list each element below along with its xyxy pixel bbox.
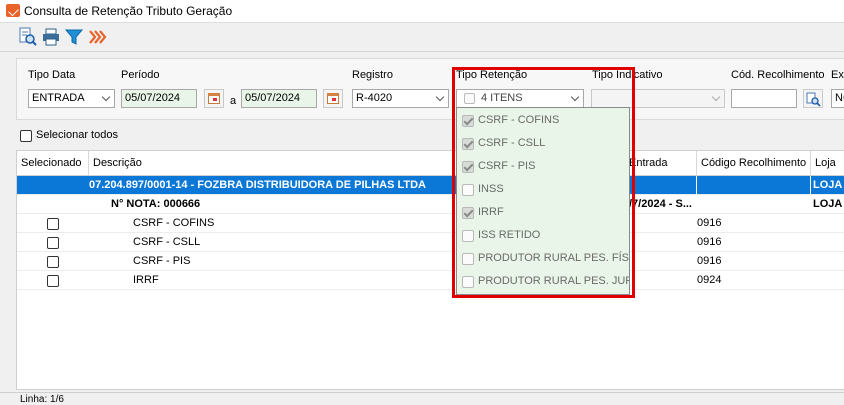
cod-recolhimento-input[interactable]	[731, 89, 797, 108]
row-description: CSRF - COFINS	[133, 217, 215, 229]
calendar-icon	[208, 93, 220, 104]
chevron-down-icon	[435, 92, 445, 102]
row-codigo-recolhimento: 0916	[697, 236, 722, 248]
search-icon	[806, 92, 821, 107]
row-description: CSRF - CSLL	[133, 236, 201, 248]
row-codigo-recolhimento: 0916	[697, 255, 722, 267]
row-loja: LOJA 0	[813, 179, 844, 191]
table-row[interactable]: IRRF 0924	[17, 271, 844, 290]
tipo-data-label: Tipo Data	[28, 69, 76, 81]
row-checkbox[interactable]	[47, 237, 59, 249]
app-icon	[6, 4, 20, 17]
fast-forward-icon[interactable]	[87, 27, 107, 47]
filter-icon[interactable]	[64, 27, 84, 47]
registro-label: Registro	[352, 69, 393, 81]
registro-select[interactable]: R-4020	[352, 89, 449, 108]
row-checkbox[interactable]	[47, 218, 59, 230]
periodo-label: Período	[121, 69, 160, 81]
grid-header: Selecionado Descrição Entrada Código Rec…	[17, 151, 844, 176]
cod-recolhimento-search-button[interactable]	[803, 89, 823, 108]
status-text: Linha: 1/6	[20, 394, 64, 405]
row-codigo-recolhimento: 0916	[697, 217, 722, 229]
column-header-entrada[interactable]: Entrada	[625, 151, 697, 175]
table-row[interactable]: CSRF - COFINS 0916	[17, 214, 844, 233]
print-icon[interactable]	[41, 27, 61, 47]
tipo-data-select[interactable]: ENTRADA	[28, 89, 115, 108]
row-checkbox[interactable]	[47, 275, 59, 287]
cod-recolhimento-label: Cód. Recolhimento	[731, 69, 825, 81]
toolbar-divider	[0, 51, 844, 52]
row-description: IRRF	[133, 274, 159, 286]
row-checkbox[interactable]	[47, 256, 59, 268]
select-all-checkbox[interactable]	[20, 130, 32, 142]
status-bar: Linha: 1/6	[0, 392, 844, 405]
registro-value: R-4020	[356, 92, 393, 104]
extra-label: Exi	[831, 69, 844, 81]
select-all-label: Selecionar todos	[36, 129, 118, 141]
periodo-separator: a	[230, 95, 237, 107]
row-description: N° NOTA: 000666	[111, 198, 201, 210]
column-header-loja[interactable]: Loja	[811, 151, 844, 175]
column-header-selecionado[interactable]: Selecionado	[17, 151, 89, 175]
chevron-down-icon	[711, 92, 721, 102]
title-bar: Consulta de Retenção Tributo Geração	[0, 0, 844, 23]
periodo-to-input[interactable]: 05/07/2024	[241, 89, 317, 108]
row-description: CSRF - PIS	[133, 255, 191, 267]
calendar-icon	[327, 93, 339, 104]
toolbar	[0, 23, 844, 51]
calendar-to-button[interactable]	[323, 89, 343, 108]
table-row[interactable]: CSRF - CSLL 0916	[17, 233, 844, 252]
results-grid: Selecionado Descrição Entrada Código Rec…	[16, 150, 844, 390]
search-document-icon[interactable]	[18, 27, 38, 47]
window-title: Consulta de Retenção Tributo Geração	[24, 4, 233, 18]
periodo-from-input[interactable]: 05/07/2024	[121, 89, 197, 108]
column-header-codigo-recolhimento[interactable]: Código Recolhimento	[697, 151, 811, 175]
calendar-from-button[interactable]	[204, 89, 224, 108]
extra-input[interactable]: NC	[831, 89, 844, 108]
tipo-data-value: ENTRADA	[32, 92, 85, 104]
row-loja: LOJA 0	[813, 198, 844, 210]
table-row[interactable]: 07.204.897/0001-14 - FOZBRA DISTRIBUIDOR…	[17, 176, 844, 195]
highlight-box	[452, 67, 635, 298]
row-codigo-recolhimento: 0924	[697, 274, 722, 286]
chevron-down-icon	[101, 92, 111, 102]
table-row[interactable]: N° NOTA: 000666 /7/2024 - S... LOJA 0	[17, 195, 844, 214]
row-entrada: /7/2024 - S...	[629, 198, 692, 210]
table-row[interactable]: CSRF - PIS 0916	[17, 252, 844, 271]
